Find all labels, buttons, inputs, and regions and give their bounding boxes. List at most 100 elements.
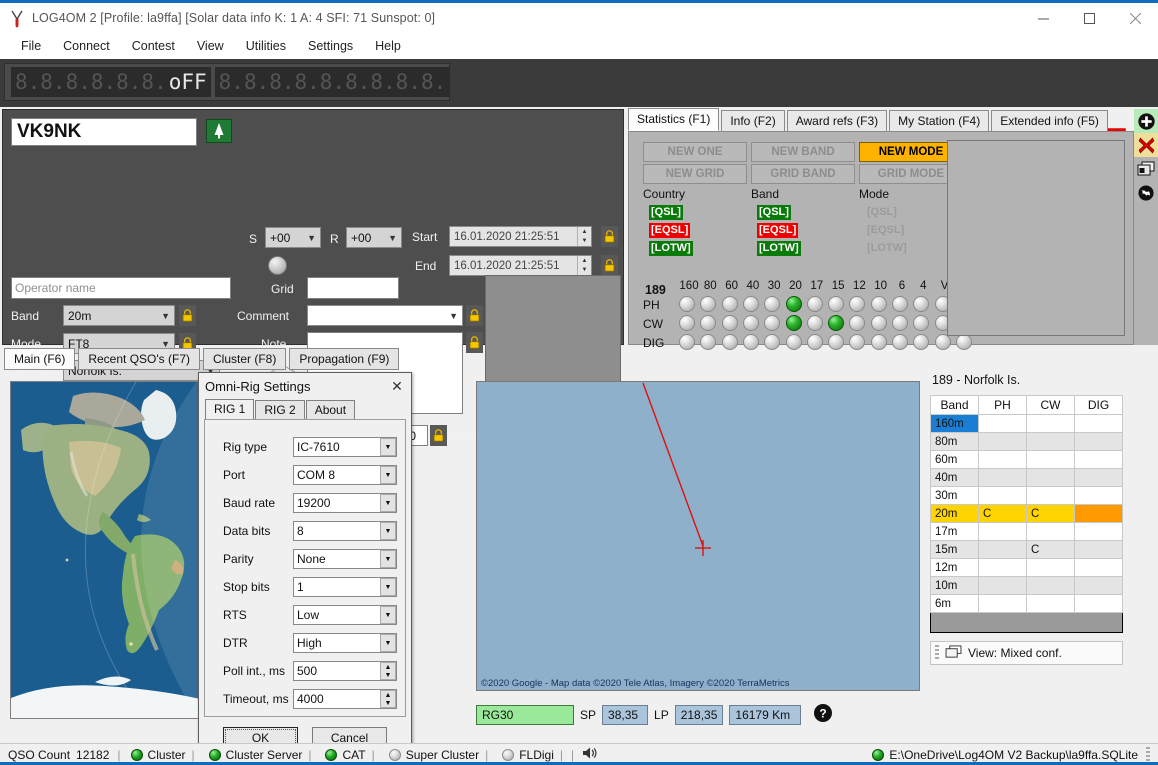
cell-15m-dig[interactable] <box>1074 540 1123 559</box>
table-row[interactable]: 60m <box>930 450 1123 469</box>
end-datetime-field[interactable]: 16.01.2020 21:25:51 ▲ ▼ <box>449 255 592 276</box>
table-row[interactable]: 15m C <box>930 540 1123 559</box>
cell-30m-ph[interactable] <box>978 486 1027 505</box>
menu-help[interactable]: Help <box>364 36 412 56</box>
tab-my-station[interactable]: My Station (F4) <box>889 110 990 131</box>
cell-15m-cw[interactable]: C <box>1026 540 1075 559</box>
cell-6m-ph[interactable] <box>978 594 1027 613</box>
add-icon[interactable] <box>1134 109 1158 133</box>
cell-6m-band[interactable]: 6m <box>930 594 979 613</box>
cell-17m-dig[interactable] <box>1074 522 1123 541</box>
cell-60m-band[interactable]: 60m <box>930 450 979 469</box>
grid-band-button[interactable]: GRID BAND <box>751 164 855 184</box>
chevron-down-icon[interactable]: ▼ <box>380 494 396 512</box>
chevron-down-icon[interactable]: ▼ <box>380 522 396 540</box>
cell-17m-cw[interactable] <box>1026 522 1075 541</box>
tab-extended-info[interactable]: Extended info (F5) <box>991 110 1108 131</box>
callsign-input[interactable]: VK9NK <box>11 118 197 146</box>
help-icon[interactable]: ? <box>813 703 833 726</box>
cell-17m-ph[interactable] <box>978 522 1027 541</box>
cell-15m-band[interactable]: 15m <box>930 540 979 559</box>
table-row[interactable]: 160m <box>930 414 1123 433</box>
spinner-timeout-ms[interactable]: 4000 ▲ ▼ <box>293 689 397 709</box>
band-lock-icon[interactable] <box>179 305 196 326</box>
start-spinner[interactable]: ▲ ▼ <box>577 227 591 246</box>
cell-60m-dig[interactable] <box>1074 450 1123 469</box>
chevron-down-icon[interactable]: ▼ <box>380 606 396 624</box>
new-one-button[interactable]: NEW ONE <box>643 142 747 162</box>
menu-file[interactable]: File <box>10 36 52 56</box>
cell-40m-band[interactable]: 40m <box>930 468 979 487</box>
cell-6m-dig[interactable] <box>1074 594 1123 613</box>
tab-cluster[interactable]: Cluster (F8) <box>203 348 287 370</box>
cell-12m-cw[interactable] <box>1026 558 1075 577</box>
cell-20m-dig[interactable] <box>1074 504 1123 523</box>
cell-40m-cw[interactable] <box>1026 468 1075 487</box>
operator-name-input[interactable]: Operator name <box>11 277 231 299</box>
tab-recent-qsos[interactable]: Recent QSO's (F7) <box>78 348 200 370</box>
chevron-down-icon[interactable]: ▼ <box>380 438 396 456</box>
cell-80m-dig[interactable] <box>1074 432 1123 451</box>
table-row[interactable]: 17m <box>930 522 1123 541</box>
select-port[interactable]: COM 8 ▼ <box>293 465 397 485</box>
cell-30m-cw[interactable] <box>1026 486 1075 505</box>
view-mode-row[interactable]: View: Mixed conf. <box>930 641 1123 665</box>
dialog-tab-rig2[interactable]: RIG 2 <box>255 400 305 419</box>
cell-160m-ph[interactable] <box>978 414 1027 433</box>
cell-15m-ph[interactable] <box>978 540 1027 559</box>
select-dtr[interactable]: High ▼ <box>293 633 397 653</box>
minimize-button[interactable] <box>1020 3 1066 33</box>
menu-contest[interactable]: Contest <box>121 36 186 56</box>
s-report-select[interactable]: +00 ▼ <box>265 227 321 248</box>
status-label-cluster[interactable]: Cluster <box>148 748 186 762</box>
table-row[interactable]: 80m <box>930 432 1123 451</box>
table-row[interactable]: 10m <box>930 576 1123 595</box>
rxfreq-lock-icon[interactable] <box>430 425 447 446</box>
cell-10m-dig[interactable] <box>1074 576 1123 595</box>
cell-40m-ph[interactable] <box>978 468 1027 487</box>
cell-12m-ph[interactable] <box>978 558 1027 577</box>
cell-30m-band[interactable]: 30m <box>930 486 979 505</box>
grid-input[interactable] <box>307 277 399 299</box>
delete-icon[interactable] <box>1134 133 1158 157</box>
tab-propagation[interactable]: Propagation (F9) <box>289 348 400 370</box>
select-baud-rate[interactable]: 19200 ▼ <box>293 493 397 513</box>
cell-10m-band[interactable]: 10m <box>930 576 979 595</box>
spinner-arrows[interactable]: ▲ ▼ <box>380 690 396 708</box>
select-rig-type[interactable]: IC-7610 ▼ <box>293 437 397 457</box>
chevron-down-icon[interactable]: ▼ <box>380 578 396 596</box>
dialog-tab-about[interactable]: About <box>305 400 356 419</box>
status-label-fldigi[interactable]: FLDigi <box>519 748 554 762</box>
speaker-icon[interactable] <box>582 746 598 763</box>
menu-settings[interactable]: Settings <box>297 36 364 56</box>
table-row[interactable]: 40m <box>930 468 1123 487</box>
drag-grip[interactable] <box>935 645 939 661</box>
status-label-cat[interactable]: CAT <box>342 748 365 762</box>
start-lock-icon[interactable] <box>601 226 618 247</box>
cell-80m-ph[interactable] <box>978 432 1027 451</box>
menu-connect[interactable]: Connect <box>52 36 121 56</box>
dialog-tab-rig1[interactable]: RIG 1 <box>205 399 255 419</box>
tab-main[interactable]: Main (F6) <box>4 348 76 370</box>
status-label-super-cluster[interactable]: Super Cluster <box>406 748 479 762</box>
spinner-arrows[interactable]: ▲ ▼ <box>380 662 396 680</box>
world-map[interactable] <box>10 381 205 719</box>
menu-view[interactable]: View <box>186 36 235 56</box>
chevron-down-icon[interactable]: ▼ <box>380 550 396 568</box>
resize-grip[interactable] <box>1146 746 1150 763</box>
dialog-close-icon[interactable]: ✕ <box>383 374 411 398</box>
spinner-poll-int-ms[interactable]: 500 ▲ ▼ <box>293 661 397 681</box>
window-icon[interactable] <box>1134 157 1158 181</box>
cell-10m-ph[interactable] <box>978 576 1027 595</box>
comment-select[interactable]: ▼ <box>307 305 463 326</box>
r-report-select[interactable]: +00 ▼ <box>346 227 402 248</box>
globe-icon[interactable] <box>1134 181 1158 205</box>
menu-utilities[interactable]: Utilities <box>235 36 297 56</box>
tab-statistics[interactable]: Statistics (F1) <box>628 108 720 131</box>
cell-40m-dig[interactable] <box>1074 468 1123 487</box>
new-grid-button[interactable]: NEW GRID <box>643 164 747 184</box>
cell-12m-dig[interactable] <box>1074 558 1123 577</box>
new-band-button[interactable]: NEW BAND <box>751 142 855 162</box>
select-data-bits[interactable]: 8 ▼ <box>293 521 397 541</box>
table-row[interactable]: 20m C C <box>930 504 1123 523</box>
